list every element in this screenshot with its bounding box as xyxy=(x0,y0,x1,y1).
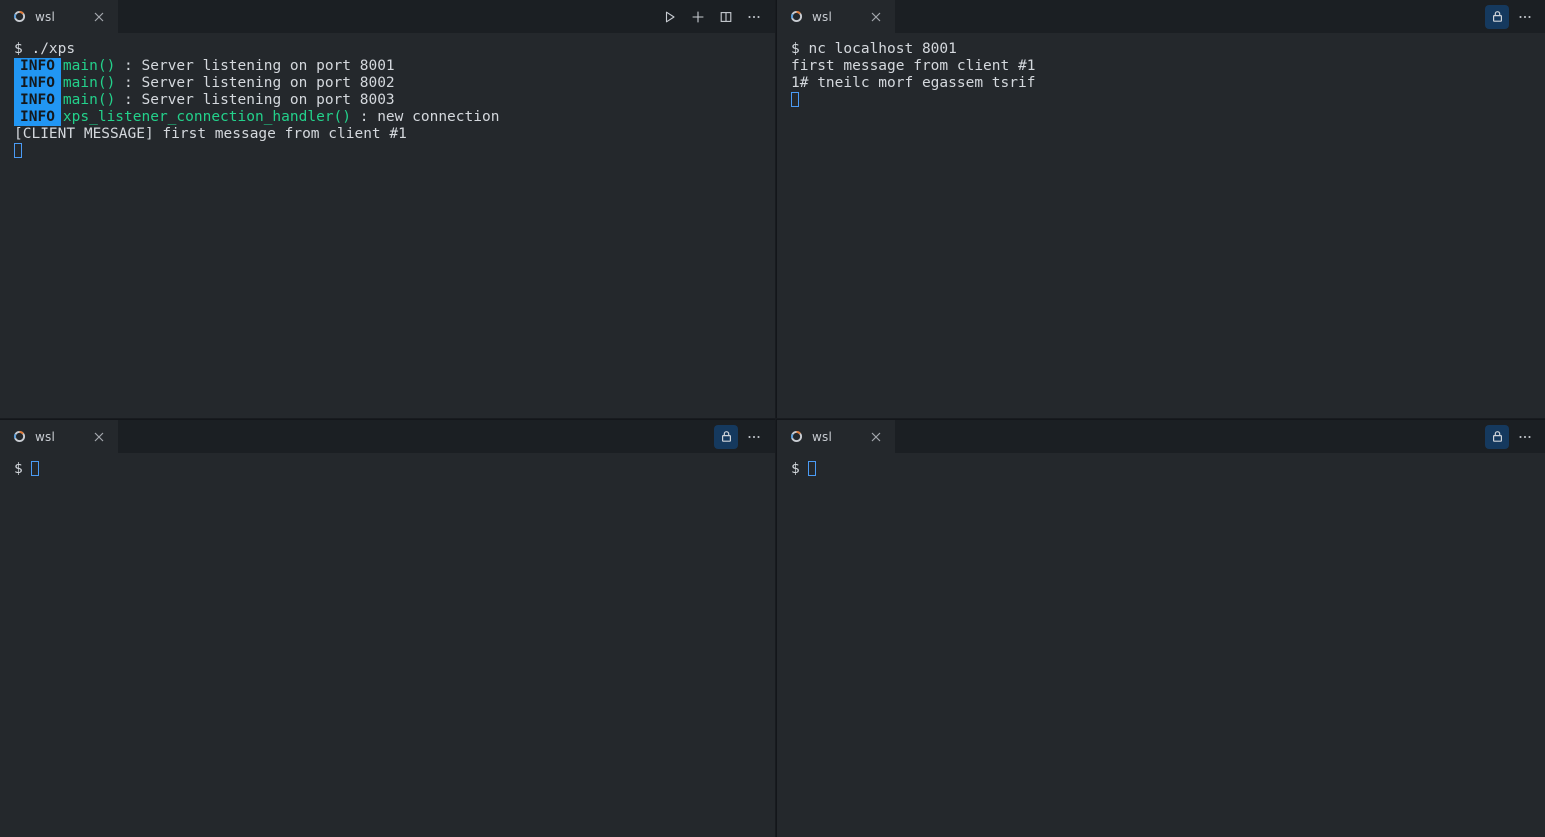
split-pane-icon[interactable] xyxy=(714,5,738,29)
lock-icon[interactable] xyxy=(1485,424,1509,449)
terminal-pane-top-right: wsl $ nc localhost 8001 first message fr… xyxy=(776,0,1545,418)
log-level-badge: INFO xyxy=(14,109,61,126)
lock-icon[interactable] xyxy=(714,424,738,449)
close-icon[interactable] xyxy=(91,9,107,25)
lock-icon[interactable] xyxy=(1485,4,1509,29)
terminal-pane-bottom-left: wsl $ xyxy=(0,419,775,837)
close-icon[interactable] xyxy=(868,429,884,445)
terminal-line: [CLIENT MESSAGE] first message from clie… xyxy=(14,126,775,143)
cursor-block xyxy=(808,461,817,476)
prompt-text: $ xyxy=(14,461,32,477)
tab-label: wsl xyxy=(812,9,833,24)
log-function: main() xyxy=(62,92,116,108)
prompt-command: $ ./xps xyxy=(14,41,76,57)
terminal-output-bottom-right[interactable]: $ xyxy=(777,453,1545,837)
terminal-pane-top-left: wsl $ ./xps INFO main(): Server listeni… xyxy=(0,0,775,418)
tab-wsl[interactable]: wsl xyxy=(0,0,118,33)
tab-label: wsl xyxy=(812,429,833,444)
prompt-text: $ xyxy=(791,461,809,477)
run-icon[interactable] xyxy=(658,5,682,29)
log-function: main() xyxy=(62,58,116,74)
more-options-icon[interactable] xyxy=(742,425,766,449)
terminal-line: $ ./xps xyxy=(14,41,775,58)
terminal-line: $ nc localhost 8001 xyxy=(791,41,1545,58)
terminal-line: 1# tneilc morf egassem tsrif xyxy=(791,75,1545,92)
tabbar-actions-top-right xyxy=(1485,0,1545,33)
more-options-icon[interactable] xyxy=(1513,5,1537,29)
more-options-icon[interactable] xyxy=(742,5,766,29)
terminal-line: INFO main() : Server listening on port 80… xyxy=(14,58,775,75)
terminal-output-bottom-left[interactable]: $ xyxy=(0,453,775,837)
terminal-output-top-left[interactable]: $ ./xps INFO main() : Server listening on… xyxy=(0,33,775,418)
wsl-icon xyxy=(790,430,803,443)
tabbar-actions-top-left xyxy=(658,0,775,33)
new-tab-icon[interactable] xyxy=(686,5,710,29)
wsl-icon xyxy=(13,10,26,23)
tab-wsl[interactable]: wsl xyxy=(0,420,118,453)
client-message-line: [CLIENT MESSAGE] first message from clie… xyxy=(14,126,407,142)
terminal-pane-bottom-right: wsl $ xyxy=(776,419,1545,837)
terminal-line: $ xyxy=(791,461,1545,478)
log-level-badge: INFO xyxy=(14,92,61,109)
log-function: main() xyxy=(62,75,116,91)
terminal-output-top-right[interactable]: $ nc localhost 8001 first message from c… xyxy=(777,33,1545,418)
tab-bar-top-left: wsl xyxy=(0,0,775,33)
more-options-icon[interactable] xyxy=(1513,425,1537,449)
terminal-line: first message from client #1 xyxy=(791,58,1545,75)
log-level-badge: INFO xyxy=(14,58,61,75)
terminal-line: INFO main() : Server listening on port 80… xyxy=(14,75,775,92)
log-message: : Server listening on port 8001 xyxy=(115,58,395,74)
terminal-line xyxy=(791,92,1545,109)
cursor-block xyxy=(791,92,799,107)
log-message: : new connection xyxy=(351,109,500,125)
received-message: 1# tneilc morf egassem tsrif xyxy=(791,75,1036,91)
cursor-block xyxy=(31,461,40,476)
wsl-icon xyxy=(790,10,803,23)
tab-bar-top-right: wsl xyxy=(777,0,1545,33)
tab-label: wsl xyxy=(35,9,56,24)
log-message: : Server listening on port 8003 xyxy=(115,92,395,108)
tab-label: wsl xyxy=(35,429,56,444)
terminal-line: $ xyxy=(14,461,775,478)
log-function: xps_listener_connection_handler() xyxy=(62,109,352,125)
sent-message: first message from client #1 xyxy=(791,58,1036,74)
wsl-icon xyxy=(13,430,26,443)
close-icon[interactable] xyxy=(868,9,884,25)
close-icon[interactable] xyxy=(91,429,107,445)
tab-bar-bottom-left: wsl xyxy=(0,420,775,453)
prompt-command: $ nc localhost 8001 xyxy=(791,41,957,57)
log-level-badge: INFO xyxy=(14,75,61,92)
tab-wsl[interactable]: wsl xyxy=(777,420,895,453)
terminal-window: wsl $ ./xps INFO main(): Server listeni… xyxy=(0,0,1545,837)
tab-wsl[interactable]: wsl xyxy=(777,0,895,33)
tabbar-actions-bottom-right xyxy=(1485,420,1545,453)
tabbar-actions-bottom-left xyxy=(714,420,775,453)
log-message: : Server listening on port 8002 xyxy=(115,75,395,91)
cursor-block xyxy=(14,143,22,158)
terminal-line xyxy=(14,143,775,160)
tab-bar-bottom-right: wsl xyxy=(777,420,1545,453)
terminal-line: INFO main() : Server listening on port 80… xyxy=(14,92,775,109)
terminal-line: INFO xps_listener_connection_handler() : … xyxy=(14,109,775,126)
